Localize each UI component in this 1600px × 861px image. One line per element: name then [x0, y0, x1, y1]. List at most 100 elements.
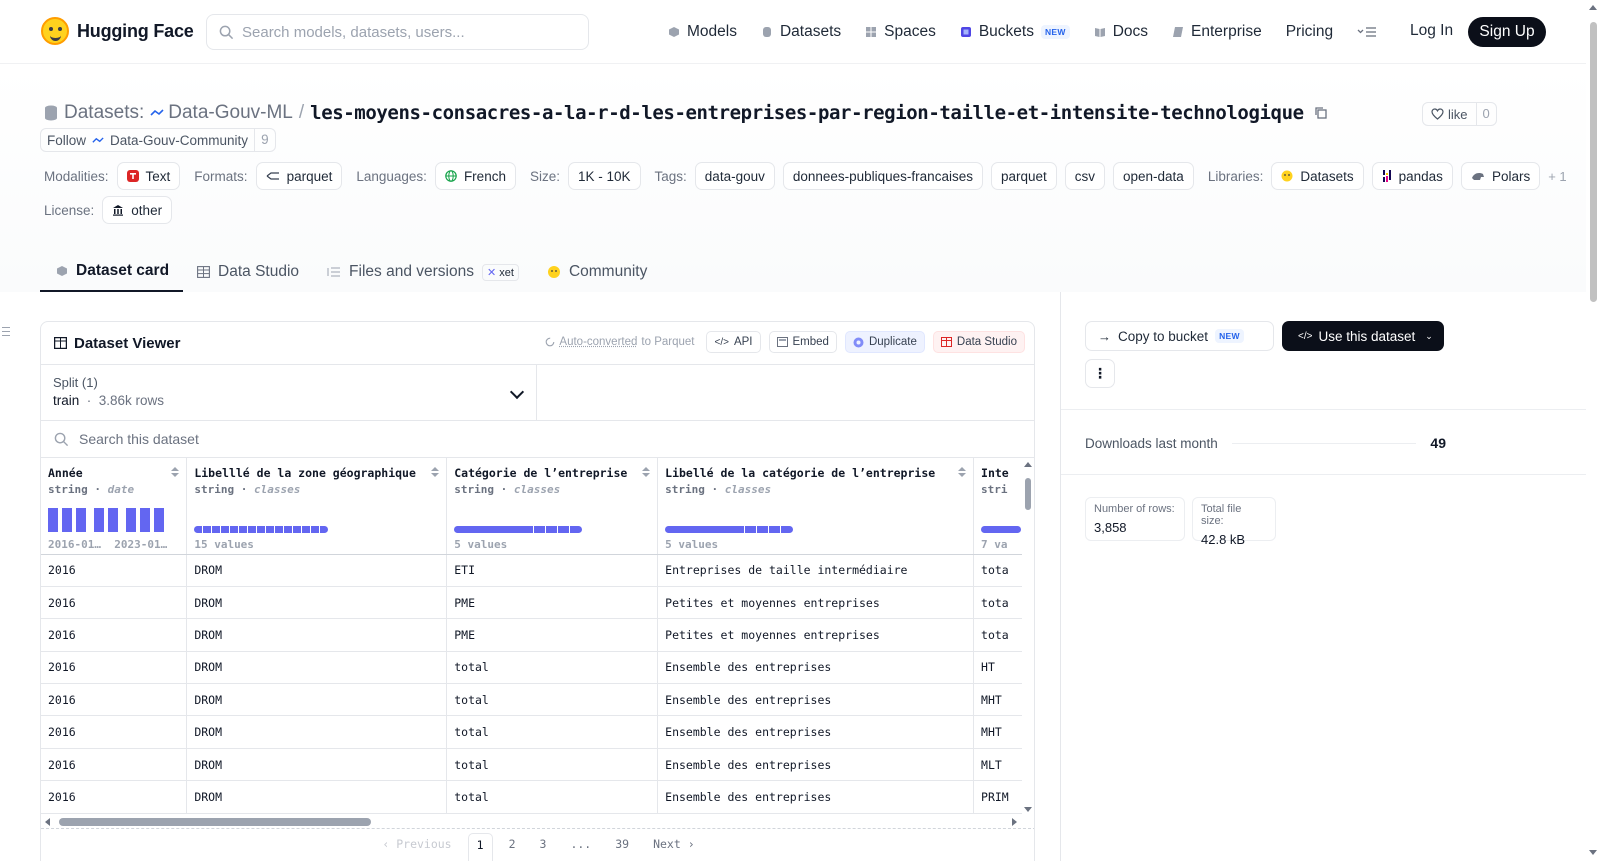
scroll-thumb[interactable] [1590, 22, 1597, 302]
table-row[interactable]: 2016 DROM ETI Entreprises de taille intermé… [41, 554, 1034, 586]
brand-link[interactable]: Hugging Face [41, 17, 194, 45]
scroll-up-icon[interactable] [1024, 462, 1032, 467]
auto-converted-note: Auto-converted to Parquet [545, 336, 694, 348]
search-icon [54, 432, 69, 447]
files-icon [327, 266, 341, 278]
arrow-right-icon: → [1098, 329, 1111, 344]
follow-button[interactable]: Follow Data-Gouv-Community 9 [40, 128, 276, 152]
scroll-down-icon[interactable] [1589, 850, 1597, 855]
more-options-button[interactable]: ⋮ [1085, 359, 1115, 388]
tag-chip[interactable]: parquet [991, 162, 1057, 190]
scroll-up-icon[interactable] [1589, 5, 1597, 10]
sort-icon[interactable] [431, 467, 439, 477]
org-link[interactable]: Data-Gouv-ML [150, 102, 293, 124]
scroll-right-icon[interactable] [1012, 818, 1017, 826]
embed-label: Embed [793, 336, 829, 348]
tab-label: Data Studio [218, 263, 299, 281]
page-ellipsis: ... [562, 833, 599, 861]
refresh-icon [545, 337, 555, 347]
column-name: Libellé de la catégorie de l’entreprise [665, 466, 966, 480]
api-button[interactable]: </> API [706, 331, 760, 353]
copy-to-bucket-button[interactable]: → Copy to bucket NEW [1085, 321, 1274, 351]
column-header-libelle-categorie[interactable]: Libellé de la catégorie de l’entreprise … [658, 458, 974, 554]
nav-enterprise[interactable]: Enterprise [1172, 23, 1262, 41]
tab-files-and-versions[interactable]: Files and versions ✕ xet [313, 252, 533, 292]
tab-data-studio[interactable]: Data Studio [183, 252, 313, 292]
modality-chip-text[interactable]: Text [117, 162, 181, 190]
nav-more-menu[interactable] [1357, 26, 1377, 38]
datasets-breadcrumb[interactable]: Datasets: [64, 102, 144, 124]
nav-buckets[interactable]: Buckets NEW [960, 23, 1070, 41]
table-horizontal-scrollbar[interactable] [41, 815, 1021, 829]
table-row[interactable]: 2016 DROM total Ensemble des entreprises MHT [41, 716, 1034, 748]
like-button[interactable]: like 0 [1422, 102, 1497, 126]
table-row[interactable]: 2016 DROM total Ensemble des entreprises MHT [41, 684, 1034, 716]
copy-icon[interactable] [1314, 106, 1328, 120]
license-chip[interactable]: other [102, 196, 172, 224]
embed-button[interactable]: Embed [769, 331, 837, 353]
page-button[interactable]: 2 [501, 833, 524, 861]
viewer-header: Dataset Viewer Auto-converted to Parquet… [41, 322, 1034, 364]
page-button[interactable]: 1 [468, 833, 493, 861]
size-chip[interactable]: 1K - 10K [568, 162, 641, 190]
nav-datasets-label: Datasets [780, 23, 841, 41]
sort-icon[interactable] [171, 467, 179, 477]
sidebar-toggle-icon[interactable] [2, 327, 10, 339]
scroll-down-icon[interactable] [1024, 807, 1032, 812]
scroll-left-icon[interactable] [45, 818, 50, 826]
auto-converted-link[interactable]: Auto-converted [559, 336, 637, 348]
library-chip-pandas[interactable]: pandas [1372, 162, 1453, 190]
page-scrollbar[interactable] [1586, 0, 1600, 861]
library-chip-datasets[interactable]: Datasets [1271, 162, 1363, 190]
previous-page-button[interactable]: ‹ Previous [374, 833, 459, 861]
table-row[interactable]: 2016 DROM PME Petites et moyennes entrepris… [41, 619, 1034, 651]
tag-chip[interactable]: donnees-publiques-francaises [783, 162, 983, 190]
sort-icon[interactable] [642, 467, 650, 477]
dataset-search-input[interactable] [79, 431, 579, 447]
next-page-button[interactable]: Next › [645, 833, 703, 861]
global-search-box[interactable] [206, 14, 589, 50]
nav-models[interactable]: Models [668, 23, 737, 41]
date-histogram [48, 508, 164, 532]
use-this-dataset-button[interactable]: </> Use this dataset ⌄ [1282, 321, 1444, 351]
nav-datasets[interactable]: Datasets [761, 23, 841, 41]
tag-chip[interactable]: csv [1065, 162, 1105, 190]
table-row[interactable]: 2016 DROM total Ensemble des entreprises PRI… [41, 781, 1034, 813]
sort-icon[interactable] [958, 467, 966, 477]
global-search-input[interactable] [242, 24, 572, 41]
signup-button[interactable]: Sign Up [1468, 17, 1546, 47]
table-row[interactable]: 2016 DROM PME Petites et moyennes entrepris… [41, 586, 1034, 618]
column-kind: classes [514, 483, 560, 496]
nav-pricing[interactable]: Pricing [1286, 23, 1333, 41]
scroll-thumb[interactable] [1025, 478, 1031, 510]
hugging-face-icon [547, 265, 561, 279]
nav-docs[interactable]: Docs [1094, 23, 1148, 41]
tab-community[interactable]: Community [533, 252, 661, 292]
tag-chip[interactable]: data-gouv [695, 162, 775, 190]
dataset-name[interactable]: les-moyens-consacres-a-la-r-d-les-entrep… [310, 102, 1304, 124]
scroll-thumb[interactable] [59, 818, 371, 826]
split-dropdown[interactable]: Split (1) train · 3.86k rows [41, 365, 537, 420]
library-chip-polars[interactable]: Polars [1461, 162, 1540, 190]
duplicate-label: Duplicate [869, 336, 917, 348]
language-chip-french[interactable]: French [435, 162, 516, 190]
dataset-search-box[interactable] [41, 420, 1034, 457]
column-header-annee[interactable]: Année string · date 2016-01… 2023-01… [41, 458, 187, 554]
login-link[interactable]: Log In [1410, 22, 1453, 40]
table-vertical-scrollbar[interactable] [1022, 458, 1034, 814]
duplicate-button[interactable]: Duplicate [845, 331, 925, 353]
nav-spaces[interactable]: Spaces [865, 23, 936, 41]
page-button[interactable]: 39 [607, 833, 637, 861]
data-studio-button[interactable]: Data Studio [933, 331, 1025, 353]
data-table: Année string · date 2016-01… 2023-01… Li… [41, 458, 1034, 814]
column-header-categorie[interactable]: Catégorie de l’entreprise string · class… [447, 458, 658, 554]
format-chip-parquet[interactable]: parquet [256, 162, 343, 190]
column-header-zone[interactable]: Libelllé de la zone géographique string … [187, 458, 447, 554]
more-libraries[interactable]: + 1 [1548, 169, 1566, 184]
tab-dataset-card[interactable]: Dataset card [40, 252, 183, 292]
tag-chip[interactable]: open-data [1113, 162, 1194, 190]
book-icon [1094, 26, 1106, 38]
table-row[interactable]: 2016 DROM total Ensemble des entreprises MLT [41, 748, 1034, 780]
page-button[interactable]: 3 [532, 833, 555, 861]
table-row[interactable]: 2016 DROM total Ensemble des entreprises HT [41, 651, 1034, 683]
